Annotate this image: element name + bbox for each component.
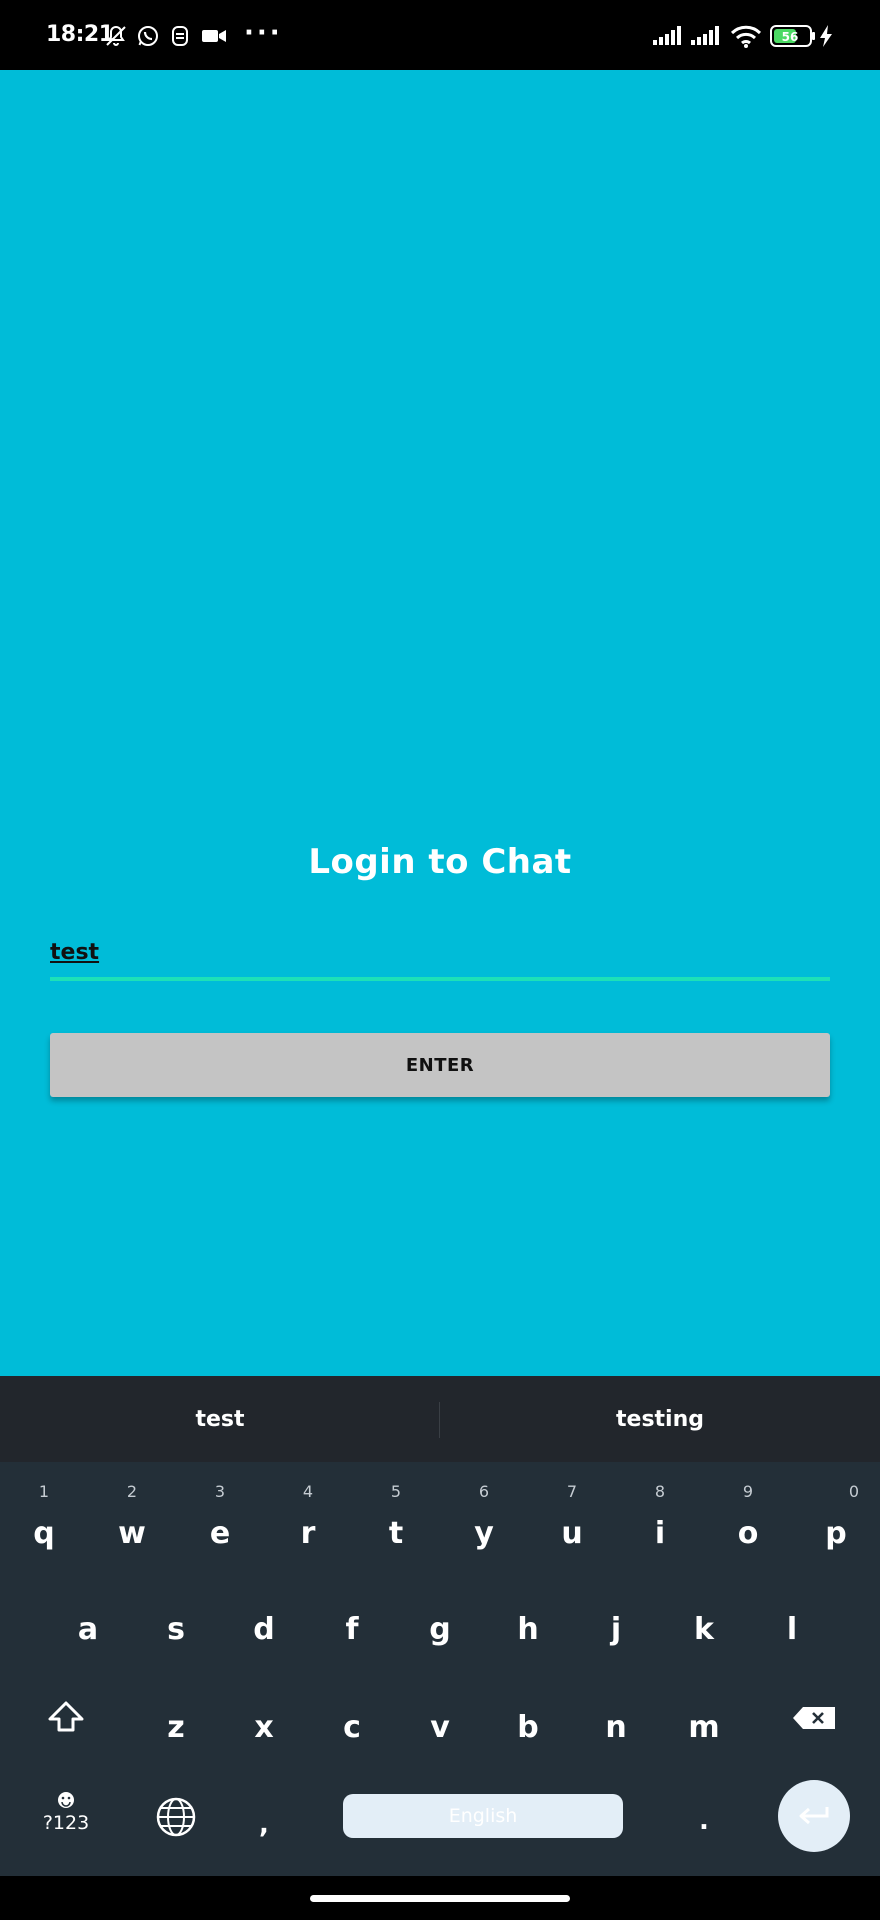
key-hint: 6 — [478, 1482, 490, 1501]
key-label: y — [474, 1516, 494, 1551]
key-hint: 2 — [126, 1482, 138, 1501]
keyboard-enter-key[interactable] — [778, 1780, 850, 1852]
period-key[interactable]: . — [686, 1806, 722, 1836]
key-label: q — [33, 1516, 55, 1551]
key-v[interactable]: v — [412, 1710, 468, 1745]
suggestion-item[interactable]: test — [0, 1376, 440, 1462]
suggestion-bar: test testing — [0, 1376, 880, 1462]
key-g[interactable]: g — [412, 1612, 468, 1647]
whatsapp-icon — [136, 24, 160, 52]
language-key[interactable] — [154, 1796, 198, 1840]
signal-icon — [652, 24, 684, 50]
shift-icon — [48, 1701, 84, 1732]
key-r[interactable]: 4r — [280, 1482, 336, 1551]
username-input-value[interactable]: test — [50, 940, 99, 965]
signal-icon — [690, 24, 722, 50]
page-title: Login to Chat — [308, 842, 572, 882]
username-field[interactable]: test — [50, 930, 830, 981]
key-u[interactable]: 7u — [544, 1482, 600, 1551]
key-h[interactable]: h — [500, 1612, 556, 1647]
key-label: i — [654, 1516, 666, 1551]
app-notification-icon — [168, 24, 192, 52]
comma-key[interactable]: , — [246, 1810, 282, 1840]
more-notifications-indicator: ··· — [244, 18, 283, 48]
keyboard: test testing 1q 2w 3e 4r 5t 6y 7u 8i 9o … — [0, 1376, 880, 1876]
backspace-key[interactable] — [790, 1704, 838, 1734]
key-label: o — [737, 1516, 759, 1551]
key-hint: 0 — [848, 1482, 860, 1501]
key-m[interactable]: m — [676, 1710, 732, 1745]
space-key[interactable]: English — [343, 1794, 623, 1838]
key-b[interactable]: b — [500, 1710, 556, 1745]
key-hint: 9 — [742, 1482, 754, 1501]
key-q[interactable]: 1q — [16, 1482, 72, 1551]
key-s[interactable]: s — [148, 1612, 204, 1647]
svg-text:56: 56 — [782, 30, 799, 44]
key-t[interactable]: 5t — [368, 1482, 424, 1551]
video-camera-icon — [200, 24, 228, 52]
symbols-label: ?123 — [42, 1812, 90, 1834]
key-hint: 3 — [214, 1482, 226, 1501]
key-z[interactable]: z — [148, 1710, 204, 1745]
key-p[interactable]: 0p — [808, 1482, 864, 1551]
key-w[interactable]: 2w — [104, 1482, 160, 1551]
key-i[interactable]: 8i — [632, 1482, 688, 1551]
key-d[interactable]: d — [236, 1612, 292, 1647]
key-hint: 7 — [566, 1482, 578, 1501]
key-j[interactable]: j — [588, 1612, 644, 1647]
status-bar: 18:21 ··· 56 — [0, 0, 880, 70]
key-hint: 8 — [654, 1482, 666, 1501]
key-e[interactable]: 3e — [192, 1482, 248, 1551]
key-o[interactable]: 9o — [720, 1482, 776, 1551]
key-label: r — [300, 1516, 316, 1551]
emoji-icon — [58, 1792, 74, 1808]
key-hint: 5 — [390, 1482, 402, 1501]
main-content — [0, 70, 880, 1376]
key-label: e — [209, 1516, 231, 1551]
backspace-icon — [793, 1707, 835, 1729]
charging-icon — [818, 24, 834, 52]
key-c[interactable]: c — [324, 1710, 380, 1745]
key-label: p — [825, 1516, 847, 1551]
key-hint: 4 — [302, 1482, 314, 1501]
return-icon — [799, 1807, 829, 1825]
key-label: t — [388, 1516, 404, 1551]
battery-icon: 56 — [770, 25, 816, 51]
key-hint: 1 — [38, 1482, 50, 1501]
key-f[interactable]: f — [324, 1612, 380, 1647]
home-indicator[interactable] — [310, 1895, 570, 1902]
shift-key[interactable] — [40, 1700, 92, 1740]
enter-button[interactable]: ENTER — [50, 1033, 830, 1097]
key-y[interactable]: 6y — [456, 1482, 512, 1551]
key-l[interactable]: l — [764, 1612, 820, 1647]
suggestion-item[interactable]: testing — [440, 1376, 880, 1462]
key-label: w — [118, 1516, 146, 1551]
symbols-key[interactable]: ?123 — [36, 1792, 96, 1848]
username-underline — [50, 977, 830, 981]
navigation-bar — [0, 1876, 880, 1920]
bell-off-icon — [104, 24, 128, 52]
wifi-icon — [730, 24, 762, 52]
key-a[interactable]: a — [60, 1612, 116, 1647]
key-x[interactable]: x — [236, 1710, 292, 1745]
key-label: u — [561, 1516, 583, 1551]
key-k[interactable]: k — [676, 1612, 732, 1647]
globe-icon — [156, 1797, 196, 1837]
key-n[interactable]: n — [588, 1710, 644, 1745]
